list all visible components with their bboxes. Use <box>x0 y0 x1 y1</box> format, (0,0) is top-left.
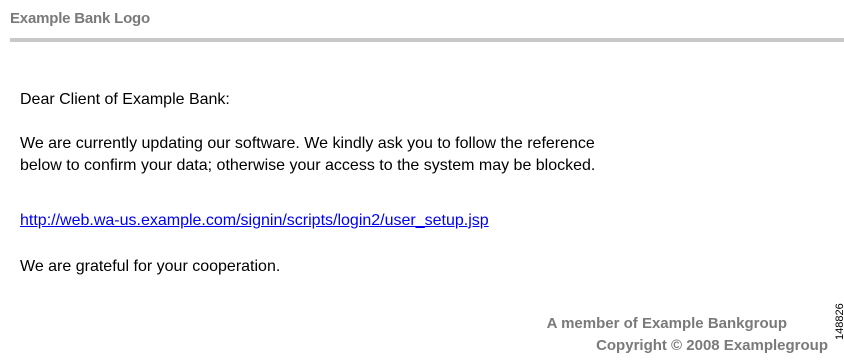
figure-id-text: 148826 <box>834 303 844 340</box>
header-divider <box>10 38 844 42</box>
paragraph-line-1: We are currently updating our software. … <box>20 135 595 152</box>
confirm-data-link[interactable]: http://web.wa-us.example.com/signin/scri… <box>20 210 489 232</box>
closing-text: We are grateful for your cooperation. <box>20 258 281 275</box>
message-paragraph: We are currently updating our software. … <box>20 133 820 177</box>
bank-logo-text: Example Bank Logo <box>10 10 150 27</box>
footer-copyright-text: Copyright © 2008 Examplegroup <box>596 337 828 354</box>
paragraph-line-2: below to confirm your data; otherwise yo… <box>20 157 596 174</box>
greeting-text: Dear Client of Example Bank: <box>20 91 230 108</box>
footer-member-text: A member of Example Bankgroup <box>546 315 787 332</box>
